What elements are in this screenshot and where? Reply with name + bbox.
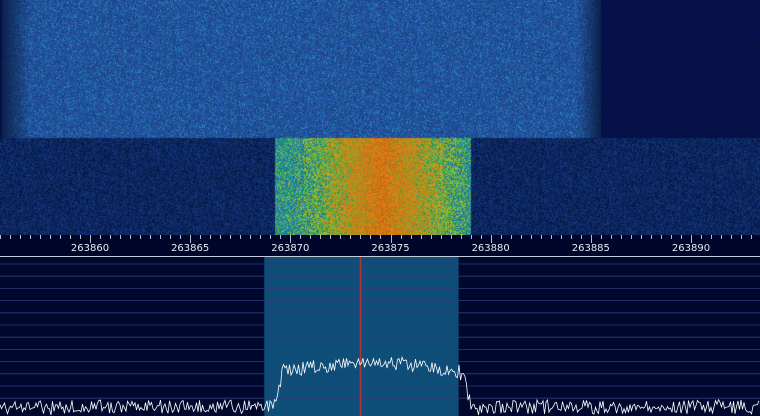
scale-minor-tick	[571, 235, 572, 239]
scale-minor-tick	[70, 235, 71, 239]
scale-minor-tick	[741, 235, 742, 239]
scale-major-tick	[591, 235, 592, 243]
scale-minor-tick	[611, 235, 612, 239]
scale-minor-tick	[501, 235, 502, 239]
scale-minor-tick	[521, 235, 522, 239]
scale-major-tick	[290, 235, 291, 243]
scale-major-tick	[491, 235, 492, 243]
scale-minor-tick	[140, 235, 141, 239]
scale-minor-tick	[220, 235, 221, 239]
scale-minor-tick	[200, 235, 201, 239]
scale-minor-tick	[340, 235, 341, 239]
waterfall-display[interactable]	[0, 0, 760, 235]
scale-minor-tick	[130, 235, 131, 239]
scale-minor-tick	[671, 235, 672, 239]
scale-minor-tick	[581, 235, 582, 239]
scale-minor-tick	[731, 235, 732, 239]
scale-minor-tick	[411, 235, 412, 239]
scale-minor-tick	[711, 235, 712, 239]
scale-minor-tick	[350, 235, 351, 239]
scale-minor-tick	[551, 235, 552, 239]
scale-minor-tick	[10, 235, 11, 239]
scale-minor-tick	[120, 235, 121, 239]
scale-minor-tick	[541, 235, 542, 239]
scale-major-tick	[190, 235, 191, 243]
scale-minor-tick	[641, 235, 642, 239]
scale-minor-tick	[320, 235, 321, 239]
scale-minor-tick	[250, 235, 251, 239]
scale-minor-tick	[360, 235, 361, 239]
scale-major-tick	[391, 235, 392, 243]
scale-minor-tick	[721, 235, 722, 239]
scale-minor-tick	[471, 235, 472, 239]
scale-minor-tick	[230, 235, 231, 239]
scale-minor-tick	[40, 235, 41, 239]
scale-minor-tick	[751, 235, 752, 239]
scale-major-tick	[691, 235, 692, 243]
scale-minor-tick	[20, 235, 21, 239]
scale-minor-tick	[370, 235, 371, 239]
scale-minor-tick	[210, 235, 211, 239]
scale-minor-tick	[401, 235, 402, 239]
scale-minor-tick	[621, 235, 622, 239]
scale-minor-tick	[150, 235, 151, 239]
scale-minor-tick	[60, 235, 61, 239]
scale-minor-tick	[110, 235, 111, 239]
scale-minor-tick	[481, 235, 482, 239]
scale-minor-tick	[300, 235, 301, 239]
scale-minor-tick	[270, 235, 271, 239]
scale-minor-tick	[380, 235, 381, 239]
scale-minor-tick	[651, 235, 652, 239]
scale-label: 263865	[171, 243, 210, 254]
scale-minor-tick	[280, 235, 281, 239]
scale-minor-tick	[30, 235, 31, 239]
scale-major-tick	[90, 235, 91, 243]
scale-minor-tick	[531, 235, 532, 239]
scale-label: 263885	[571, 243, 610, 254]
frequency-scale[interactable]: 6526386026386526387026387526388026388526…	[0, 235, 760, 257]
scale-minor-tick	[451, 235, 452, 239]
scale-minor-tick	[310, 235, 311, 239]
scale-label: 263860	[70, 243, 110, 254]
scale-label: 263890	[671, 243, 711, 254]
filter-passband[interactable]	[264, 257, 459, 416]
scale-minor-tick	[701, 235, 702, 239]
scale-minor-tick	[180, 235, 181, 239]
scale-label: 263870	[271, 243, 310, 254]
scale-minor-tick	[0, 235, 1, 239]
scale-minor-tick	[441, 235, 442, 239]
scale-minor-tick	[80, 235, 81, 239]
scale-minor-tick	[601, 235, 602, 239]
scale-minor-tick	[330, 235, 331, 239]
scale-minor-tick	[50, 235, 51, 239]
scale-minor-tick	[561, 235, 562, 239]
scale-minor-tick	[681, 235, 682, 239]
scale-minor-tick	[170, 235, 171, 239]
scale-minor-tick	[431, 235, 432, 239]
scale-minor-tick	[100, 235, 101, 239]
scale-minor-tick	[461, 235, 462, 239]
scale-minor-tick	[240, 235, 241, 239]
scale-minor-tick	[160, 235, 161, 239]
scale-label: 263880	[471, 243, 510, 254]
scale-minor-tick	[511, 235, 512, 239]
scale-minor-tick	[260, 235, 261, 239]
scale-minor-tick	[631, 235, 632, 239]
spectrum-display[interactable]	[0, 257, 760, 416]
scale-minor-tick	[661, 235, 662, 239]
scale-label: 263875	[371, 243, 410, 254]
scale-minor-tick	[421, 235, 422, 239]
